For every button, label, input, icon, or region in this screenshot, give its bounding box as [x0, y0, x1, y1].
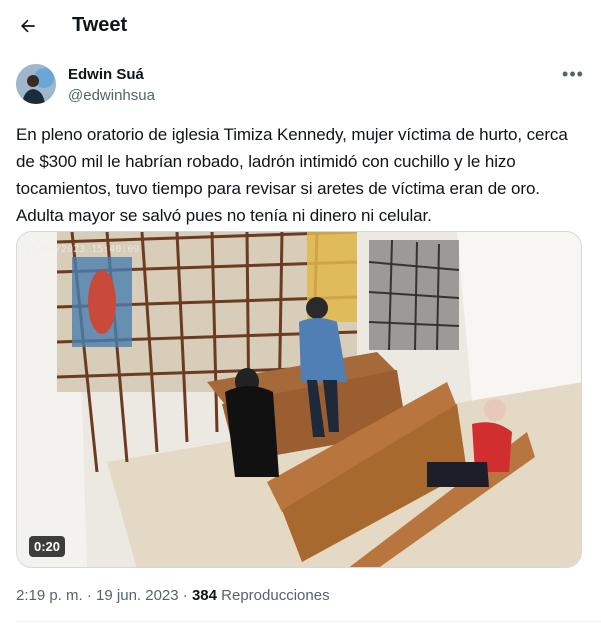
more-options-button[interactable]: •••	[560, 62, 586, 86]
avatar-image	[16, 64, 56, 104]
page-title: Tweet	[72, 14, 128, 36]
arrow-left-icon	[21, 19, 35, 33]
avatar[interactable]	[16, 64, 56, 104]
video-duration-badge: 0:20	[29, 536, 66, 557]
meta-separator: ·	[82, 587, 97, 604]
video-thumbnail	[17, 232, 581, 567]
tweet-text: En pleno oratorio de iglesia Timiza Kenn…	[16, 125, 568, 225]
author-handle[interactable]: @edwinhsua	[68, 87, 155, 104]
video-player[interactable]: 15/06/2023 15:40:09 0:20	[16, 231, 582, 568]
header: Tweet	[0, 0, 601, 53]
tweet-date[interactable]: 19 jun. 2023	[96, 587, 179, 604]
views-count: 384	[191, 587, 217, 604]
meta-separator: ·	[178, 587, 192, 604]
more-horizontal-icon: •••	[562, 64, 584, 84]
views-label: Reproducciones	[217, 587, 330, 604]
divider	[16, 621, 601, 622]
video-timestamp-overlay: 15/06/2023 15:40:09	[25, 244, 140, 255]
author-name[interactable]: Edwin Suá	[68, 66, 144, 83]
tweet-time[interactable]: 2:19 p. m.	[16, 587, 83, 604]
back-button[interactable]	[14, 12, 42, 40]
tweet-meta: 2:19 p. m. · 19 jun. 2023 · 384 Reproduc…	[16, 587, 330, 604]
